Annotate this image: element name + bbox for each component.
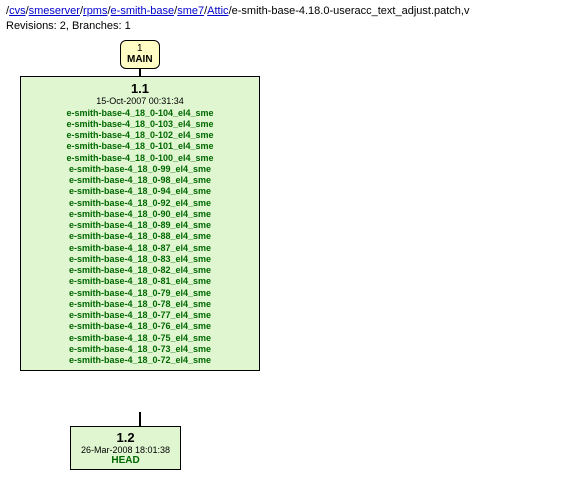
revision-date: 26-Mar-2008 18:01:38 xyxy=(81,445,170,455)
revision-tag: e-smith-base-4_18_0-79_el4_sme xyxy=(29,288,251,299)
revision-date: 15-Oct-2007 00:31:34 xyxy=(29,96,251,106)
header: /cvs/smeserver/rpms/e-smith-base/sme7/At… xyxy=(0,0,566,36)
revision-tag: e-smith-base-4_18_0-88_el4_sme xyxy=(29,231,251,242)
revision-tag: e-smith-base-4_18_0-90_el4_sme xyxy=(29,209,251,220)
path-seg-attic[interactable]: Attic xyxy=(207,5,228,17)
revision-tags: e-smith-base-4_18_0-104_el4_smee-smith-b… xyxy=(29,108,251,367)
head-label: HEAD xyxy=(81,455,170,466)
revision-tag: e-smith-base-4_18_0-78_el4_sme xyxy=(29,299,251,310)
revision-tag: e-smith-base-4_18_0-83_el4_sme xyxy=(29,254,251,265)
graph-area: 1 MAIN 1.1 15-Oct-2007 00:31:34 e-smith-… xyxy=(0,36,566,496)
revision-tag: e-smith-base-4_18_0-87_el4_sme xyxy=(29,243,251,254)
revision-tag: e-smith-base-4_18_0-82_el4_sme xyxy=(29,265,251,276)
branches-label: , Branches: xyxy=(66,20,125,32)
revision-tag: e-smith-base-4_18_0-76_el4_sme xyxy=(29,321,251,332)
revision-tag: e-smith-base-4_18_0-72_el4_sme xyxy=(29,355,251,366)
revision-tag: e-smith-base-4_18_0-89_el4_sme xyxy=(29,220,251,231)
branch-name: MAIN xyxy=(127,54,153,66)
revision-tag: e-smith-base-4_18_0-99_el4_sme xyxy=(29,164,251,175)
branch-number: 1 xyxy=(127,43,153,55)
revision-tag: e-smith-base-4_18_0-94_el4_sme xyxy=(29,186,251,197)
revision-number: 1.2 xyxy=(81,430,170,445)
revision-node-1-1[interactable]: 1.1 15-Oct-2007 00:31:34 e-smith-base-4_… xyxy=(20,76,260,372)
revision-tag: e-smith-base-4_18_0-98_el4_sme xyxy=(29,175,251,186)
branch-node-main[interactable]: 1 MAIN xyxy=(120,40,160,69)
branches-value: 1 xyxy=(125,20,131,32)
revision-tag: e-smith-base-4_18_0-77_el4_sme xyxy=(29,310,251,321)
revision-number: 1.1 xyxy=(29,81,251,96)
path-seg-smeserver[interactable]: smeserver xyxy=(29,5,80,17)
path-seg-rpms[interactable]: rpms xyxy=(83,5,107,17)
connector xyxy=(139,412,141,426)
path-seg-cvs[interactable]: cvs xyxy=(9,5,26,17)
path-file: e-smith-base-4.18.0-useracc_text_adjust.… xyxy=(232,5,470,17)
revision-tag: e-smith-base-4_18_0-73_el4_sme xyxy=(29,344,251,355)
revision-tag: e-smith-base-4_18_0-101_el4_sme xyxy=(29,141,251,152)
revision-tag: e-smith-base-4_18_0-81_el4_sme xyxy=(29,276,251,287)
revision-tag: e-smith-base-4_18_0-75_el4_sme xyxy=(29,333,251,344)
revision-tag: e-smith-base-4_18_0-100_el4_sme xyxy=(29,153,251,164)
revision-tag: e-smith-base-4_18_0-102_el4_sme xyxy=(29,130,251,141)
revisions-label: Revisions: xyxy=(6,20,60,32)
revision-tag: e-smith-base-4_18_0-92_el4_sme xyxy=(29,198,251,209)
revision-node-1-2[interactable]: 1.2 26-Mar-2008 18:01:38 HEAD xyxy=(70,426,181,470)
revision-tag: e-smith-base-4_18_0-103_el4_sme xyxy=(29,119,251,130)
path-seg-base[interactable]: e-smith-base xyxy=(111,5,175,17)
path-seg-sme7[interactable]: sme7 xyxy=(177,5,204,17)
revision-tag: e-smith-base-4_18_0-104_el4_sme xyxy=(29,108,251,119)
